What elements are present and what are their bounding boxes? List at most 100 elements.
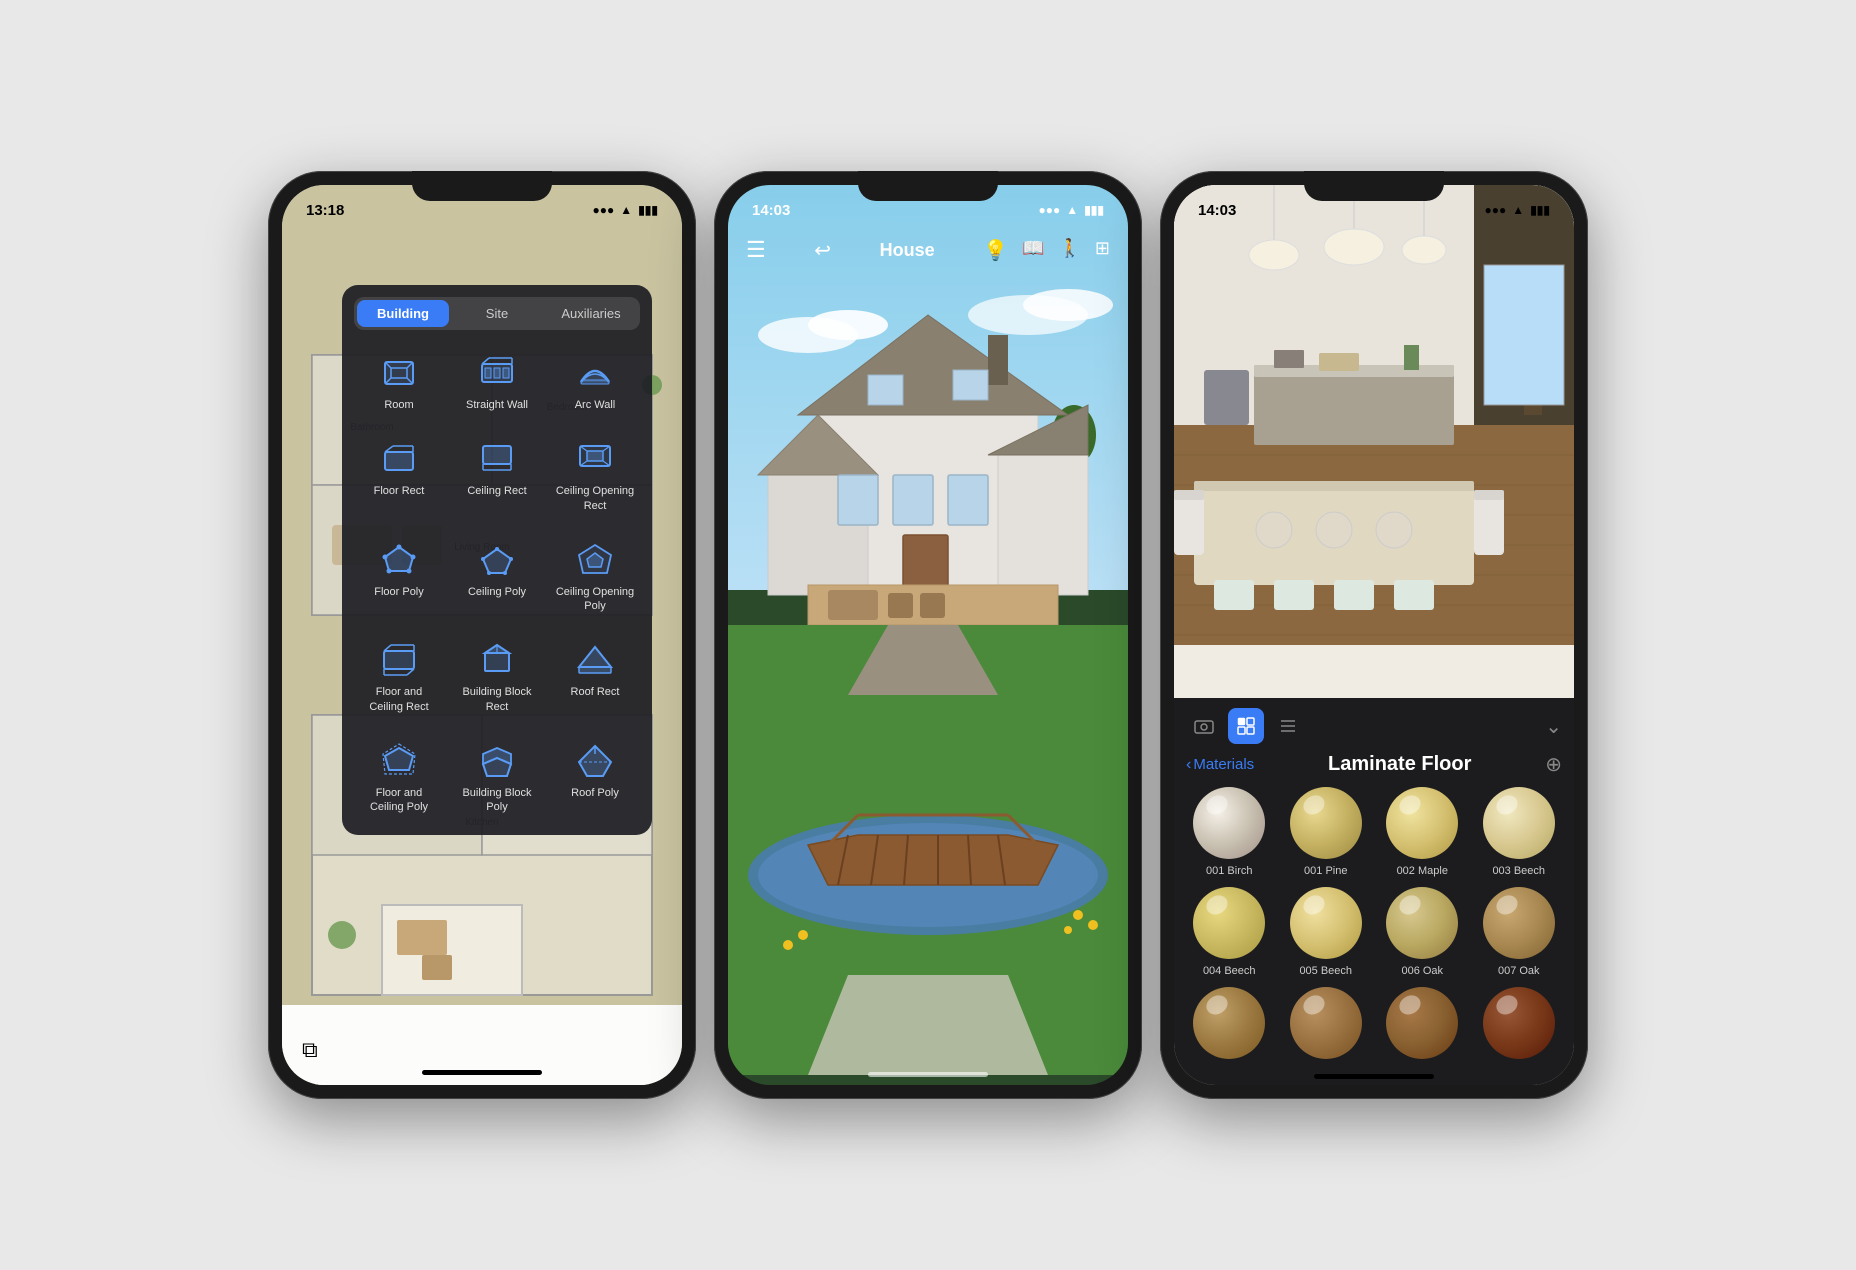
sphere-birch [1193,787,1265,859]
panel-title: Laminate Floor [1262,753,1537,776]
room-preview [1174,185,1574,645]
material-maple[interactable]: 002 Maple [1379,787,1466,877]
notch-2 [858,171,998,201]
item-roof-rect[interactable]: Roof Rect [550,629,640,722]
material-birch[interactable]: 001 Birch [1186,787,1273,877]
battery-icon-3: ▮▮▮ [1530,203,1550,217]
material-pine[interactable]: 001 Pine [1283,787,1370,877]
status-icons-3: ●●● ▲ ▮▮▮ [1485,203,1550,217]
item-floor-ceiling-rect[interactable]: Floor and Ceiling Rect [354,629,444,722]
material-row3c[interactable] [1379,987,1466,1065]
item-building-block-poly[interactable]: Building Block Poly [452,730,542,823]
item-ceiling-opening-rect-label: Ceiling Opening Rect [554,484,636,513]
tab-site[interactable]: Site [451,300,543,327]
materials-panel: ⌄ ‹ Materials Laminate Floor ⊕ [1174,698,1574,1085]
item-building-block-rect-label: Building Block Rect [456,685,538,714]
screenshots-container: 13:18 ●●● ▲ ▮▮▮ ☰ ⚙ 2D Plan + 📖 [248,151,1608,1119]
back-chevron-icon: ‹ [1186,756,1191,774]
material-row3b[interactable] [1283,987,1370,1065]
phone-2dplan: 13:18 ●●● ▲ ▮▮▮ ☰ ⚙ 2D Plan + 📖 [268,171,696,1099]
material-row3d[interactable] [1476,987,1563,1065]
item-room[interactable]: Room [354,342,444,420]
materials-grid: 001 Birch 001 Pine 002 Maple 003 Beech [1186,787,1562,1065]
tab-building[interactable]: Building [357,300,449,327]
material-oak006[interactable]: 006 Oak [1379,887,1466,977]
label-beech004: 004 Beech [1203,965,1256,977]
item-building-block-rect[interactable]: Building Block Rect [452,629,542,722]
item-ceiling-poly-label: Ceiling Poly [468,585,526,599]
view-tab[interactable] [1186,708,1222,744]
notch-3 [1304,171,1444,201]
item-roof-poly[interactable]: Roof Poly [550,730,640,823]
material-beech004[interactable]: 004 Beech [1186,887,1273,977]
materials-tab[interactable] [1228,708,1264,744]
house-title: House [880,240,935,261]
item-floor-poly-label: Floor Poly [374,585,424,599]
tab-auxiliaries[interactable]: Auxiliaries [545,300,637,327]
panel-tab-icons [1186,708,1306,744]
sphere-row3a [1193,987,1265,1059]
status-time-1: 13:18 [306,202,344,219]
signal-icon-2: ●●● [1039,203,1061,217]
wifi-icon-3: ▲ [1512,203,1524,217]
item-arc-wall[interactable]: Arc Wall [550,342,640,420]
popup-tab-bar: Building Site Auxiliaries [354,297,640,330]
signal-icon: ●●● [593,203,615,217]
sphere-oak007 [1483,887,1555,959]
phone-house: 14:03 ●●● ▲ ▮▮▮ ☰ ↩ House 💡 [714,171,1142,1099]
light-icon[interactable]: 💡 [983,238,1008,263]
item-ceiling-opening-poly-label: Ceiling Opening Poly [554,585,636,614]
item-ceiling-poly[interactable]: Ceiling Poly [452,529,542,622]
menu-icon-2[interactable]: ☰ [746,237,766,263]
material-row3a[interactable] [1186,987,1273,1065]
sphere-maple [1386,787,1458,859]
house-3d-scene: 14:03 ●●● ▲ ▮▮▮ ☰ ↩ House 💡 [728,185,1128,1085]
scan-icon[interactable]: ⊞ [1095,238,1110,263]
notch [412,171,552,201]
sphere-row3c [1386,987,1458,1059]
home-indicator-2 [868,1072,988,1077]
item-room-label: Room [384,398,413,412]
undo-icon[interactable]: ↩ [814,238,831,263]
sphere-oak006 [1386,887,1458,959]
book-icon-2[interactable]: 📖 [1022,238,1044,263]
label-oak007: 007 Oak [1498,965,1540,977]
item-floor-rect-label: Floor Rect [374,484,425,498]
label-birch: 001 Birch [1206,865,1252,877]
item-ceiling-opening-poly[interactable]: Ceiling Opening Poly [550,529,640,622]
label-pine: 001 Pine [1304,865,1347,877]
back-button[interactable]: ‹ Materials [1186,756,1254,774]
home-indicator-1 [422,1070,542,1075]
status-time-3: 14:03 [1198,202,1236,219]
building-popup: Building Site Auxiliaries [342,285,652,835]
wifi-icon: ▲ [620,203,632,217]
status-time-2: 14:03 [752,202,790,219]
home-indicator-3 [1314,1074,1434,1079]
sphere-beech003 [1483,787,1555,859]
item-straight-wall[interactable]: Straight Wall [452,342,542,420]
sphere-beech005 [1290,887,1362,959]
chevron-down-icon[interactable]: ⌄ [1545,714,1562,739]
material-beech005[interactable]: 005 Beech [1283,887,1370,977]
material-oak007[interactable]: 007 Oak [1476,887,1563,977]
item-building-block-poly-label: Building Block Poly [456,786,538,815]
bottom-bar-1: ⧉ [282,1005,682,1085]
person-icon-2[interactable]: 🚶 [1058,238,1080,263]
item-floor-rect[interactable]: Floor Rect [354,428,444,521]
back-label[interactable]: Materials [1193,756,1254,773]
item-floor-ceiling-poly-label: Floor and Ceiling Poly [358,786,440,815]
item-floor-ceiling-rect-label: Floor and Ceiling Rect [358,685,440,714]
item-floor-poly[interactable]: Floor Poly [354,529,444,622]
item-ceiling-rect-label: Ceiling Rect [467,484,526,498]
item-ceiling-rect[interactable]: Ceiling Rect [452,428,542,521]
add-material-icon[interactable]: ⊕ [1545,752,1562,777]
item-floor-ceiling-poly[interactable]: Floor and Ceiling Poly [354,730,444,823]
status-icons-1: ●●● ▲ ▮▮▮ [593,203,658,217]
sphere-row3d [1483,987,1555,1059]
item-ceiling-opening-rect[interactable]: Ceiling Opening Rect [550,428,640,521]
material-beech003[interactable]: 003 Beech [1476,787,1563,877]
layers-icon[interactable]: ⧉ [302,1037,318,1063]
list-tab[interactable] [1270,708,1306,744]
sphere-pine [1290,787,1362,859]
item-straight-wall-label: Straight Wall [466,398,528,412]
